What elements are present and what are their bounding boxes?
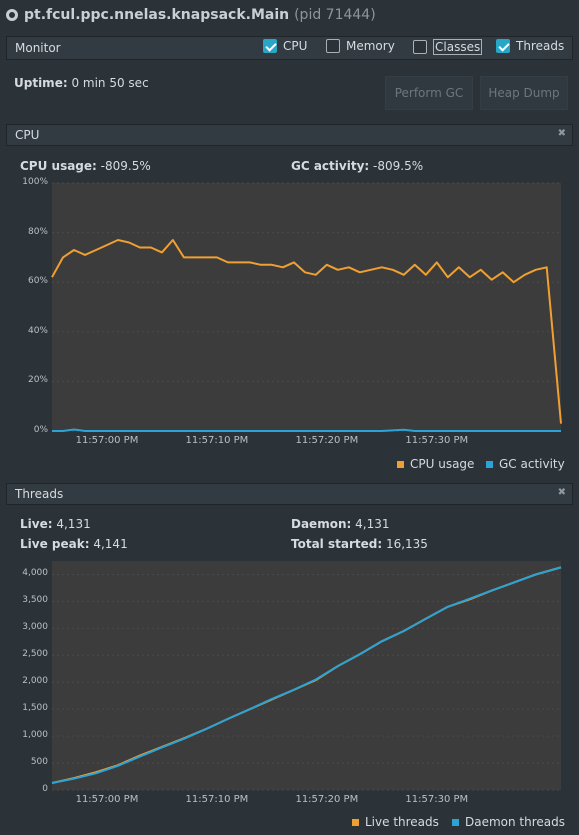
- threads-legend-live: Live threads: [352, 815, 439, 829]
- y-tick-label: 2,500: [22, 649, 48, 660]
- y-tick-label: 1,500: [22, 703, 48, 714]
- live-threads-swatch-icon: [352, 818, 359, 826]
- y-tick-label: 1,000: [22, 730, 48, 741]
- y-tick-label: 500: [30, 757, 48, 768]
- threads-legend-daemon: Daemon threads: [452, 815, 565, 829]
- daemon-threads-swatch-icon: [452, 818, 459, 826]
- y-tick-label: 0: [42, 784, 48, 794]
- series-line-live-threads: [51, 566, 562, 784]
- y-tick-label: 3,500: [22, 595, 48, 606]
- live-threads-legend-label: Live threads: [365, 815, 439, 829]
- x-tick-label: 11:57:10 PM: [185, 794, 249, 805]
- x-tick-label: 11:57:20 PM: [295, 794, 359, 805]
- x-tick-label: 11:57:00 PM: [75, 794, 139, 805]
- y-tick-label: 3,000: [22, 622, 48, 633]
- y-tick-label: 2,000: [22, 676, 48, 687]
- threads-chart: [51, 566, 562, 791]
- daemon-threads-legend-label: Daemon threads: [465, 815, 566, 829]
- series-line-daemon-threads: [51, 566, 562, 784]
- y-tick-label: 4,000: [22, 568, 48, 579]
- x-tick-label: 11:57:30 PM: [405, 794, 469, 805]
